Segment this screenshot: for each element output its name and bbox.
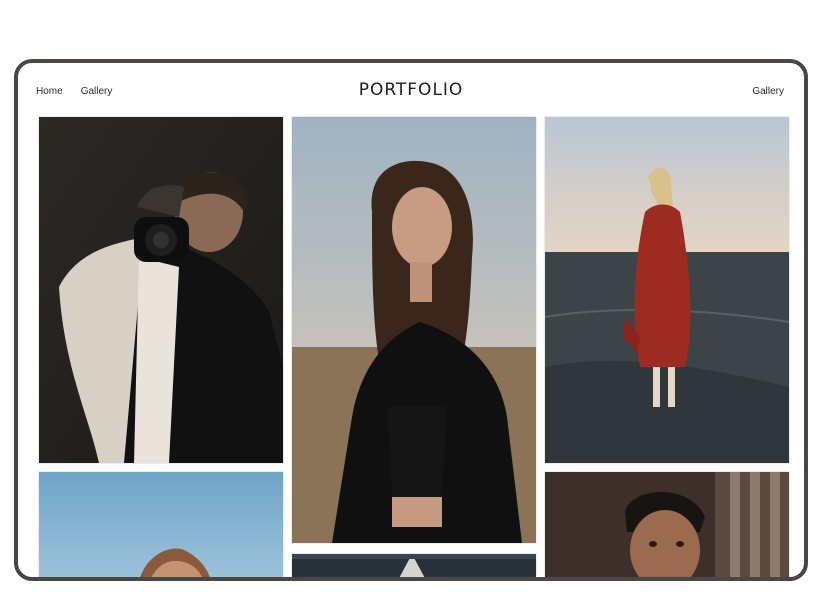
gallery-photo-dark-scene[interactable] [291,553,537,577]
camera-man-image [39,117,283,463]
nav-gallery-right-link[interactable]: Gallery [752,86,784,97]
gallery-photo-window-man[interactable] [544,471,790,577]
window-man-image [545,472,789,577]
top-navigation: Home Gallery PORTFOLIO Gallery [18,63,804,115]
gallery-photo-red-dress-woman[interactable] [544,116,790,464]
red-dress-woman-image [545,117,789,463]
site-title: PORTFOLIO [358,80,464,100]
long-hair-woman-image [292,117,536,543]
gallery-photo-sky-portrait[interactable] [38,471,284,577]
sky-portrait-image [39,472,283,577]
dark-scene-image [292,554,536,577]
gallery-photo-camera-man[interactable] [38,116,284,464]
portfolio-window: Home Gallery PORTFOLIO Gallery [14,59,808,581]
gallery-photo-long-hair-woman[interactable] [291,116,537,544]
